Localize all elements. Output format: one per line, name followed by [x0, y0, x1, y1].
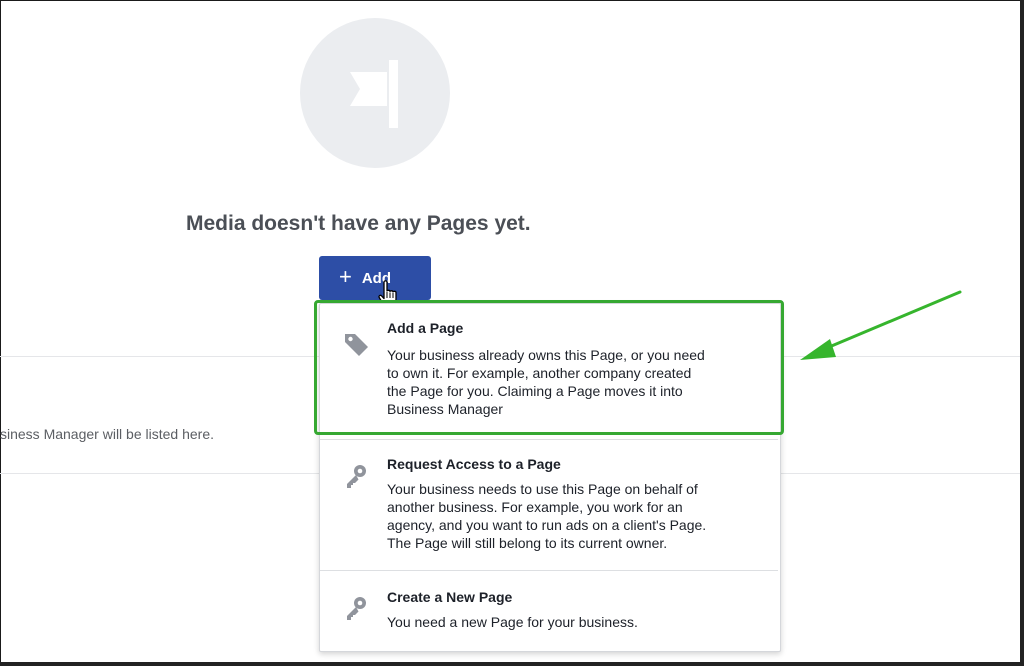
- empty-list-hint: siness Manager will be listed here.: [0, 426, 214, 442]
- flag-icon: [350, 60, 398, 128]
- key-icon: [347, 465, 366, 488]
- add-button[interactable]: + Add: [319, 256, 431, 300]
- empty-state-illustration: [300, 18, 450, 168]
- menu-item-title: Request Access to a Page: [387, 456, 561, 472]
- menu-item-create-new-page[interactable]: Create a New Page You need a new Page fo…: [320, 571, 780, 651]
- plus-icon: +: [338, 264, 352, 289]
- frame-shadow-right: [1020, 0, 1024, 666]
- empty-state-title: Media doesn't have any Pages yet.: [186, 212, 531, 235]
- menu-item-title: Create a New Page: [387, 589, 513, 605]
- key-icon: [347, 597, 366, 620]
- frame-shadow-bottom: [0, 662, 1024, 666]
- menu-item-description: You need a new Page for your business.: [387, 614, 638, 630]
- menu-item-request-access[interactable]: Request Access to a Page Your business n…: [320, 440, 780, 570]
- menu-item-description: Your business needs to use this Page on …: [387, 481, 707, 551]
- annotation-highlight-box: [314, 300, 784, 435]
- annotation-arrow-icon: [800, 290, 962, 360]
